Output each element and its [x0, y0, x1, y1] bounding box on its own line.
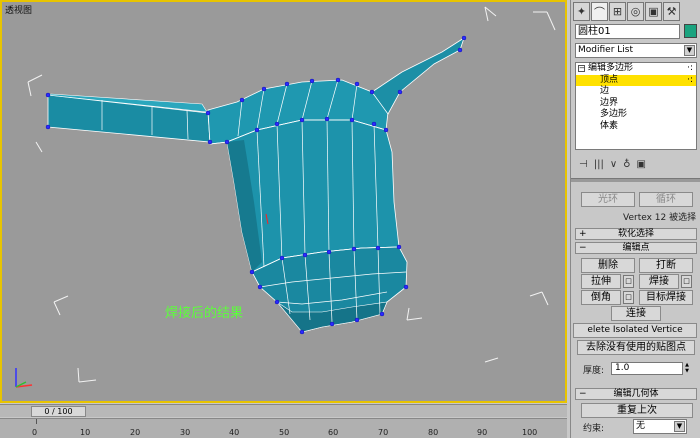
chamfer-button[interactable]: 倒角: [581, 290, 621, 305]
constraint-dropdown[interactable]: 无 ▼: [633, 419, 687, 434]
loop-button[interactable]: 循环: [639, 192, 693, 207]
stack-item-label: 边界: [600, 97, 619, 108]
spinner-arrows-icon[interactable]: ▲ ▼: [683, 362, 691, 375]
extrude-button[interactable]: 拉伸: [581, 274, 621, 289]
stack-dots-icon: ·:: [687, 74, 693, 85]
weld-result-annotation: 焊接后的结果: [165, 306, 244, 321]
collapse-icon: −: [579, 389, 587, 399]
scene-canvas[interactable]: [2, 2, 567, 403]
collapse-icon: −: [579, 243, 587, 253]
stack-item-polygon[interactable]: 多边形: [576, 109, 696, 121]
time-slider-thumb[interactable]: 0 / 100: [31, 406, 86, 417]
tick-label: 30: [180, 428, 191, 437]
stack-item-label: 编辑多边形: [588, 63, 634, 73]
tick-label: 60: [328, 428, 339, 437]
remove-isolated-vertices-button[interactable]: elete Isolated Vertice: [573, 323, 697, 338]
break-button[interactable]: 打断: [639, 258, 693, 273]
rollout-title: 编辑几何体: [613, 389, 659, 399]
cylinder-mesh[interactable]: [45, 35, 467, 335]
make-unique-icon[interactable]: ∨: [610, 159, 617, 170]
hierarchy-tab-icon[interactable]: ⊞: [609, 2, 626, 21]
stack-item-edit-poly[interactable]: − 编辑多边形 ·:: [576, 63, 696, 75]
utilities-tab-icon[interactable]: ⚒: [663, 2, 680, 21]
constraint-label: 约束:: [583, 424, 605, 434]
stack-item-element[interactable]: 体素: [576, 121, 696, 133]
time-slider[interactable]: 0 / 100: [0, 404, 567, 417]
object-color-swatch[interactable]: [684, 24, 697, 38]
axis-tripod-icon: [15, 368, 33, 388]
rollout-title: 软化选择: [617, 229, 654, 239]
connect-button[interactable]: 连接: [611, 306, 661, 321]
selection-info: Vertex 12 被选择: [623, 213, 697, 223]
tick-label-0: 0: [32, 428, 38, 437]
perspective-viewport[interactable]: 透视图 焊接后的结果: [0, 0, 567, 403]
pin-stack-icon[interactable]: ⊣: [579, 159, 588, 170]
display-tab-icon[interactable]: ▣: [645, 2, 662, 21]
expand-icon: +: [579, 229, 587, 239]
stack-item-label: 多边形: [600, 109, 628, 119]
weight-label: 厚度:: [583, 366, 605, 376]
remove-button[interactable]: 删除: [581, 258, 635, 273]
ring-button[interactable]: 光环: [581, 192, 635, 207]
object-name-field[interactable]: 圆柱01: [575, 24, 680, 39]
stack-item-edge[interactable]: 边: [576, 86, 696, 98]
panel-divider[interactable]: [571, 178, 700, 182]
chamfer-settings-icon[interactable]: □: [623, 291, 634, 304]
track-bar[interactable]: 0 10 20 30 40 50 60 70 80 90 100: [0, 418, 567, 438]
tick-label: 80: [428, 428, 439, 437]
show-end-result-icon[interactable]: |||: [594, 159, 604, 170]
tick-label: 20: [130, 428, 141, 437]
extrude-settings-icon[interactable]: □: [623, 275, 634, 288]
3dsmax-window: 透视图 焊接后的结果 ✦ ⌒ ⊞ ◎ ▣ ⚒ 圆柱01 Modifier Lis…: [0, 0, 700, 438]
tick-mark: [36, 419, 37, 424]
modify-tab-icon[interactable]: ⌒: [591, 2, 608, 21]
edit-vertices-rollout[interactable]: − 编辑点: [575, 242, 697, 254]
collapse-icon[interactable]: −: [578, 65, 585, 72]
remove-unused-map-verts-button[interactable]: 去除没有使用的贴图点: [577, 340, 695, 355]
tick-label: 100: [522, 428, 538, 437]
remove-modifier-icon[interactable]: ♁: [623, 159, 630, 170]
stack-item-label: 体素: [600, 120, 619, 131]
rollout-title: 编辑点: [622, 243, 650, 253]
chevron-down-icon[interactable]: ▼: [684, 45, 695, 56]
tick-label: 50: [279, 428, 290, 437]
tick-label: 70: [378, 428, 389, 437]
command-panel-tabs: ✦ ⌒ ⊞ ◎ ▣ ⚒: [573, 2, 699, 21]
create-tab-icon[interactable]: ✦: [573, 2, 590, 21]
command-panel: ✦ ⌒ ⊞ ◎ ▣ ⚒ 圆柱01 Modifier List ▼ − 编辑多边形…: [570, 0, 700, 438]
weld-button[interactable]: 焊接: [639, 274, 679, 289]
modifier-list-label: Modifier List: [578, 45, 633, 55]
stack-dots-icon: ·:: [687, 63, 693, 73]
chevron-down-icon[interactable]: ▼: [674, 421, 685, 432]
tick-label: 10: [80, 428, 91, 437]
configure-sets-icon[interactable]: ▣: [636, 159, 645, 170]
stack-item-vertex[interactable]: 顶点 ·:: [576, 74, 696, 86]
stack-item-label: 顶点: [600, 74, 619, 85]
motion-tab-icon[interactable]: ◎: [627, 2, 644, 21]
stack-item-border[interactable]: 边界: [576, 98, 696, 110]
tick-label: 90: [477, 428, 488, 437]
weld-settings-icon[interactable]: □: [681, 275, 692, 288]
repeat-last-button[interactable]: 重复上次: [581, 403, 693, 418]
soft-selection-rollout[interactable]: + 软化选择: [575, 228, 697, 240]
target-weld-button[interactable]: 目标焊接: [639, 290, 693, 305]
modifier-stack[interactable]: − 编辑多边形 ·: 顶点 ·: 边 边界 多边形 体素: [575, 62, 697, 150]
tick-label: 40: [229, 428, 240, 437]
stack-toolbar: ⊣ ||| ∨ ♁ ▣: [575, 156, 697, 172]
edit-geometry-rollout[interactable]: − 编辑几何体: [575, 388, 697, 400]
stack-item-label: 边: [600, 86, 610, 96]
modifier-list-dropdown[interactable]: Modifier List ▼: [575, 43, 697, 58]
constraint-value: 无: [636, 421, 646, 431]
weight-spinner-field[interactable]: 1.0: [611, 362, 683, 375]
